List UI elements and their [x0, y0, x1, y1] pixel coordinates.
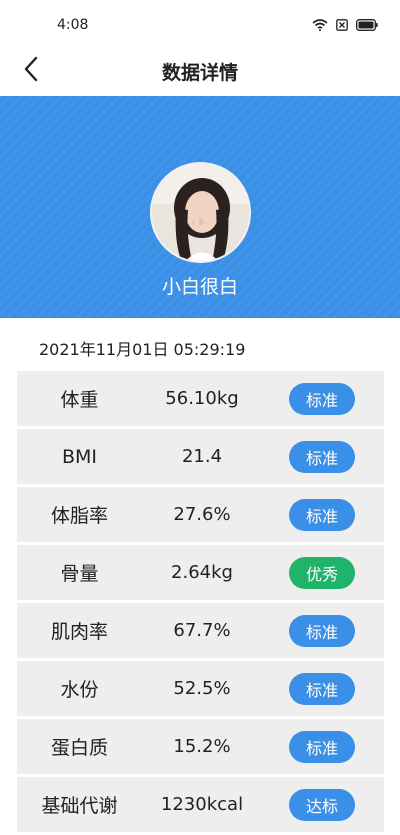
- status-badge: 达标: [289, 789, 355, 821]
- status-time: 4:08: [57, 17, 89, 33]
- battery-icon: [356, 16, 378, 35]
- metric-label: 基础代谢: [41, 795, 118, 817]
- avatar: [150, 162, 251, 263]
- status-icons: [312, 16, 378, 35]
- user-name: 小白很白: [161, 276, 238, 298]
- metric-row-protein[interactable]: 蛋白质 15.2% 标准: [17, 719, 384, 774]
- metrics-list: 体重 56.10kg 标准 BMI 21.4 标准 体脂率 27.6% 标准 骨…: [17, 371, 384, 835]
- record-timestamp: 2021年11月01日 05:29:19: [39, 340, 246, 359]
- metric-value: 52.5%: [173, 678, 231, 699]
- status-badge: 标准: [289, 441, 355, 473]
- metric-value: 67.7%: [173, 620, 231, 641]
- status-badge: 标准: [289, 383, 355, 415]
- status-badge: 标准: [289, 615, 355, 647]
- status-badge: 标准: [289, 673, 355, 705]
- metric-row-water[interactable]: 水份 52.5% 标准: [17, 661, 384, 716]
- metric-row-weight[interactable]: 体重 56.10kg 标准: [17, 371, 384, 426]
- metric-label: 水份: [60, 679, 99, 701]
- metric-row-bmr[interactable]: 基础代谢 1230kcal 达标: [17, 777, 384, 832]
- status-badge: 标准: [289, 731, 355, 763]
- metric-value: 15.2%: [173, 736, 231, 757]
- metric-row-body-fat[interactable]: 体脂率 27.6% 标准: [17, 487, 384, 542]
- metric-label: 体脂率: [50, 505, 108, 527]
- metric-row-bmi[interactable]: BMI 21.4 标准: [17, 429, 384, 484]
- metric-label: BMI: [61, 445, 98, 468]
- nav-bar: 数据详情: [0, 50, 400, 95]
- metric-value: 21.4: [181, 446, 223, 467]
- profile-header: 小白很白: [0, 96, 400, 318]
- metric-label: 蛋白质: [50, 737, 108, 759]
- metric-label: 体重: [60, 389, 99, 411]
- sim-off-icon: [336, 16, 348, 35]
- status-bar: 4:08: [0, 0, 400, 50]
- status-badge: 标准: [289, 499, 355, 531]
- metric-label: 骨量: [60, 563, 99, 585]
- page-title: 数据详情: [161, 62, 238, 84]
- status-badge: 优秀: [289, 557, 355, 589]
- metric-value: 56.10kg: [165, 388, 239, 409]
- metric-row-bone-mass[interactable]: 骨量 2.64kg 优秀: [17, 545, 384, 600]
- wifi-icon: [312, 16, 328, 35]
- metric-value: 1230kcal: [160, 794, 244, 815]
- metric-value: 2.64kg: [171, 562, 233, 583]
- metric-label: 肌肉率: [50, 621, 108, 643]
- metric-row-muscle-rate[interactable]: 肌肉率 67.7% 标准: [17, 603, 384, 658]
- metric-value: 27.6%: [173, 504, 231, 525]
